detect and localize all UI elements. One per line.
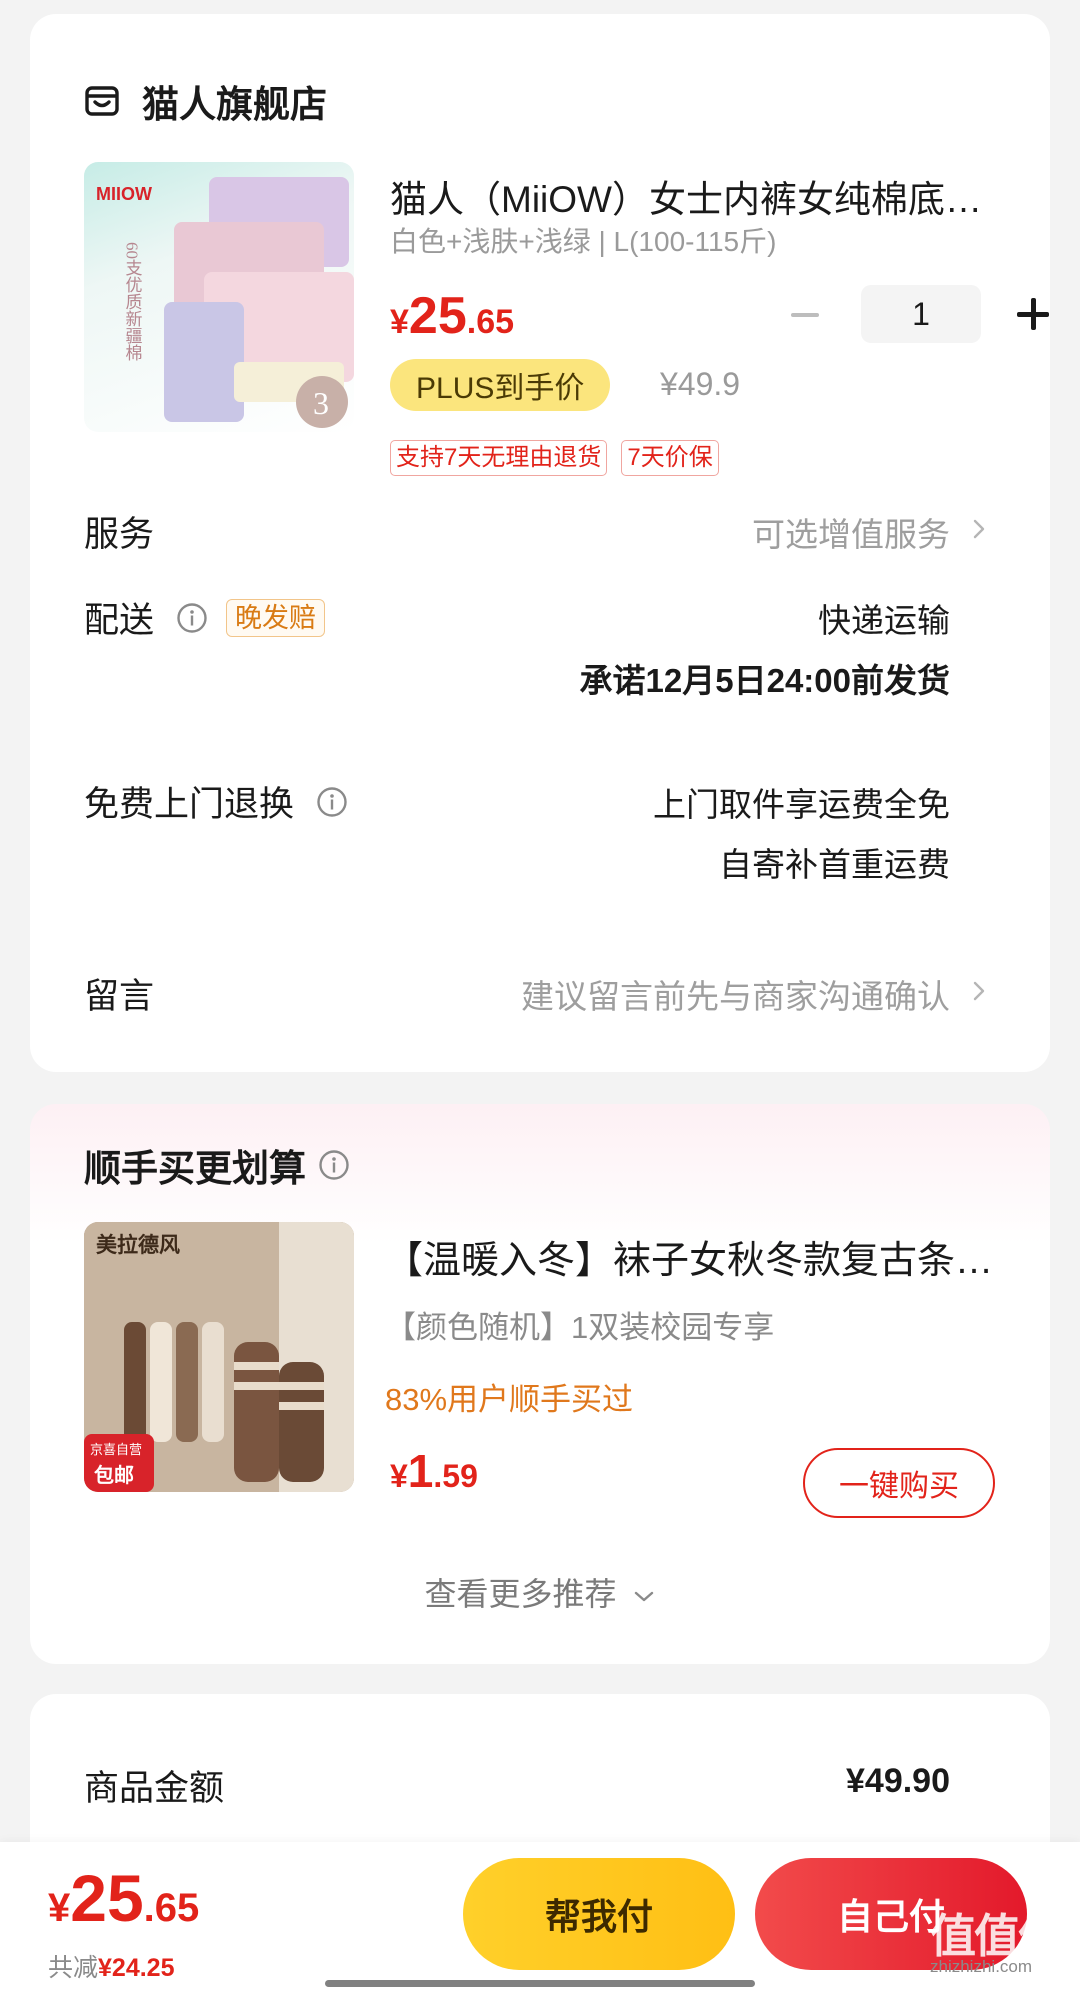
- return-line-1: 上门取件享运费全免: [653, 786, 950, 823]
- product-image[interactable]: 3 MIIOW 60支优质新疆棉: [84, 162, 354, 432]
- product-spec[interactable]: 白色+浅肤+浅绿 | L(100-115斤): [390, 220, 776, 260]
- service-value[interactable]: 可选增值服务: [752, 508, 950, 556]
- recommend-title-row: 顺手买更划算: [84, 1138, 350, 1192]
- recommend-title: 顺手买更划算: [84, 1148, 306, 1189]
- total-price: ¥25.65: [48, 1861, 200, 1935]
- more-recommend-link[interactable]: 查看更多推荐: [30, 1569, 1050, 1615]
- quantity-input[interactable]: 1: [861, 285, 981, 343]
- info-icon[interactable]: [176, 602, 208, 634]
- recommend-card: 顺手买更划算 美拉德风 京喜自营 包邮 【温暖入冬】袜子女秋冬款复古条纹中筒袜 …: [30, 1104, 1050, 1664]
- chevron-down-icon: [635, 1591, 654, 1601]
- product-price: ¥25.65: [390, 287, 515, 345]
- goods-amount-value: ¥49.90: [846, 1762, 950, 1800]
- quantity-stepper: 1: [775, 284, 1063, 344]
- one-click-buy-button[interactable]: 一键购买: [803, 1448, 995, 1518]
- plus-price-badge: PLUS到手价: [390, 359, 611, 411]
- order-card: 猫人旗舰店 3 MIIOW 60支优质新疆棉 猫人（MiiOW）女士内裤女纯棉底…: [30, 14, 1050, 1072]
- store-icon: [84, 83, 120, 119]
- message-label: 留言: [84, 977, 155, 1016]
- discount-value: ¥24.25: [98, 1954, 175, 1982]
- return-row-label: 免费上门退换: [84, 776, 348, 827]
- quantity-minus-button[interactable]: [775, 284, 835, 344]
- return-label: 免费上门退换: [84, 785, 295, 824]
- store-name: 猫人旗舰店: [142, 84, 327, 125]
- recommend-image-badge-bottom: 包邮: [94, 1463, 134, 1487]
- recommend-social-proof: 83%用户顺手买过: [385, 1382, 634, 1417]
- store-header[interactable]: 猫人旗舰店: [84, 66, 327, 136]
- recommend-image-badge-top: 京喜自营: [90, 1442, 142, 1457]
- product-image-brand: MIIOW: [96, 184, 152, 204]
- recommend-price: ¥1.59: [390, 1445, 478, 1497]
- watermark-url: zhizhizhi.com: [930, 1957, 1033, 1976]
- info-icon[interactable]: [318, 1149, 350, 1181]
- info-icon[interactable]: [316, 786, 348, 818]
- message-input[interactable]: 建议留言前先与商家沟通确认: [521, 970, 950, 1018]
- service-tags: 支持7天无理由退货 7天价保: [390, 440, 733, 476]
- price-protect-tag: 7天价保: [621, 440, 719, 476]
- discount-label: 共减: [48, 1954, 99, 1982]
- delivery-label: 配送: [84, 601, 155, 640]
- return-tag: 支持7天无理由退货: [390, 440, 608, 476]
- svg-text:3: 3: [313, 385, 329, 421]
- recommend-product-image[interactable]: 美拉德风 京喜自营 包邮: [84, 1222, 354, 1492]
- delivery-row-label: 配送 晚发赔: [84, 592, 326, 643]
- recommend-image-brand: 美拉德风: [96, 1233, 180, 1257]
- more-recommend-label: 查看更多推荐: [424, 1576, 617, 1612]
- service-label: 服务: [84, 515, 155, 554]
- product-image-text: 60支优质新疆棉: [123, 242, 143, 361]
- checkout-bar: ¥25.65 共减¥24.25 帮我付 自己付 值值值 zhizhizhi.co…: [0, 1842, 1080, 1991]
- service-chevron-icon[interactable]: [968, 518, 990, 540]
- message-chevron-icon[interactable]: [968, 980, 990, 1002]
- goods-amount-label: 商品金额: [84, 1769, 225, 1808]
- recommend-product-name[interactable]: 【温暖入冬】袜子女秋冬款复古条纹中筒袜: [385, 1229, 1010, 1284]
- return-line-2: 自寄补首重运费: [719, 846, 950, 883]
- delivery-promise: 承诺12月5日24:00前发货: [579, 662, 950, 699]
- product-title[interactable]: 猫人（MiiOW）女士内裤女纯棉底裆抗菌: [390, 169, 1005, 223]
- recommend-product-desc: 【颜色随机】1双装校园专享: [385, 1310, 775, 1345]
- original-price: ¥49.9: [660, 366, 741, 402]
- late-compensation-badge[interactable]: 晚发赔: [226, 598, 326, 637]
- home-indicator[interactable]: [325, 1980, 755, 1987]
- delivery-method[interactable]: 快递运输: [818, 594, 950, 642]
- discount-summary[interactable]: 共减¥24.25: [48, 1948, 174, 1984]
- quantity-plus-button[interactable]: [1003, 284, 1063, 344]
- help-pay-button[interactable]: 帮我付: [463, 1858, 735, 1970]
